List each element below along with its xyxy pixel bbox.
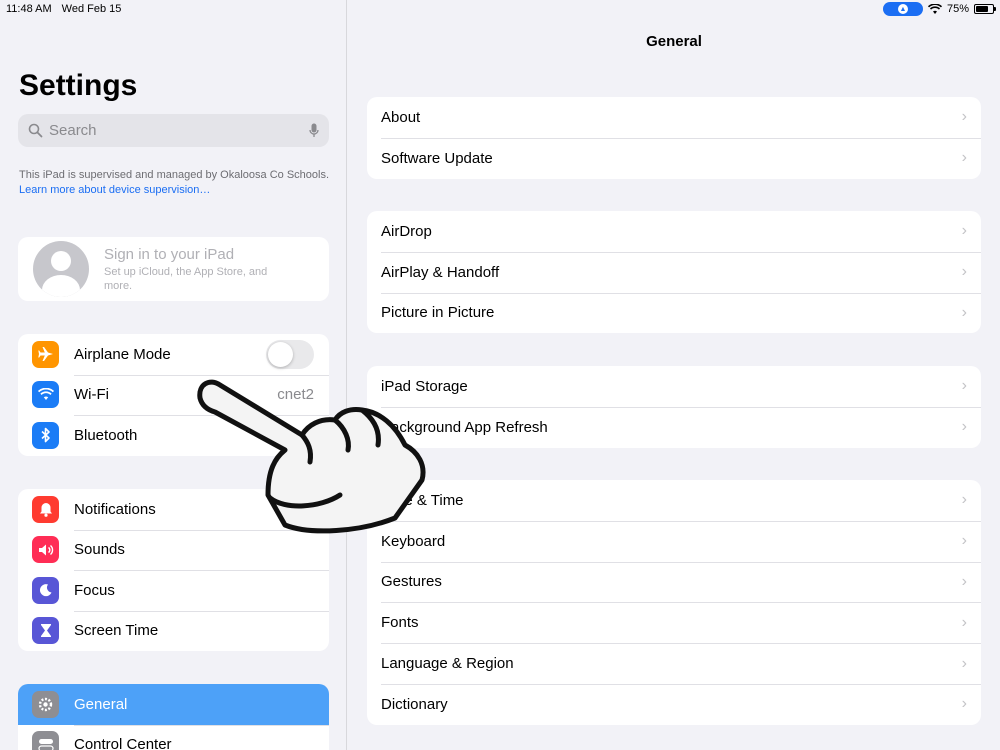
chevron-right-icon: › (961, 418, 967, 436)
supervision-link[interactable]: Learn more about device supervision… (19, 184, 210, 196)
search-icon (28, 123, 43, 138)
battery-percent: 75% (946, 3, 969, 15)
sidebar-item-focus[interactable]: Focus (18, 570, 329, 611)
row-airplay-handoff[interactable]: AirPlay & Handoff › (367, 251, 981, 293)
gear-icon (32, 690, 59, 718)
sidebar-item-airplane-mode[interactable]: Airplane Mode (18, 334, 329, 375)
sidebar-item-label: Screen Time (74, 622, 159, 640)
settings-group-storage: iPad Storage › Background App Refresh › (367, 366, 981, 448)
row-label: Software Update (381, 149, 493, 167)
chevron-right-icon: › (961, 572, 967, 590)
row-dictionary[interactable]: Dictionary › (367, 683, 981, 725)
row-label: Keyboard (381, 532, 446, 550)
row-picture-in-picture[interactable]: Picture in Picture › (367, 292, 981, 334)
row-label: Date & Time (381, 491, 464, 509)
row-ipad-storage[interactable]: iPad Storage › (367, 366, 981, 407)
bluetooth-icon (32, 421, 59, 449)
chevron-right-icon: › (961, 613, 967, 631)
settings-group-datetime: Date & Time › Keyboard › Gestures › Fonts › … (367, 480, 981, 725)
sidebar-item-label: Airplane Mode (74, 345, 171, 363)
row-label: iPad Storage (381, 377, 468, 395)
settings-group-airdrop: AirDrop › AirPlay & Handoff › Picture in P… (367, 211, 981, 334)
row-background-app-refresh[interactable]: Background App Refresh › (367, 406, 981, 448)
row-label: About (381, 108, 421, 126)
wifi-status-icon (927, 3, 942, 14)
speaker-icon (32, 536, 59, 564)
sign-in-title: Sign in to your iPad (104, 245, 235, 263)
search-field[interactable]: Search (18, 114, 329, 147)
row-language-region[interactable]: Language & Region › (367, 643, 981, 684)
sidebar-item-screen-time[interactable]: Screen Time (18, 610, 329, 652)
wifi-icon (32, 381, 59, 409)
row-label: AirPlay & Handoff (381, 263, 500, 281)
row-airdrop[interactable]: AirDrop › (367, 211, 981, 252)
switches-icon (32, 731, 59, 750)
sidebar-title: Settings (19, 69, 138, 102)
chevron-right-icon: › (961, 654, 967, 672)
supervision-text: This iPad is supervised and managed by O… (19, 169, 330, 181)
row-fonts[interactable]: Fonts › (367, 602, 981, 643)
chevron-right-icon: › (961, 222, 967, 240)
supervision-notice: This iPad is supervised and managed by O… (19, 168, 329, 198)
sign-in-subtitle: Set up iCloud, the App Store, and more. (104, 265, 268, 292)
moon-icon (32, 576, 59, 604)
pointing-hand-icon (197, 379, 426, 534)
page-title: General (646, 33, 702, 50)
row-label: AirDrop (381, 222, 432, 240)
row-about[interactable]: About › (367, 97, 981, 138)
sidebar-item-label: General (74, 695, 128, 713)
general-group: General Control Center (18, 684, 329, 750)
battery-icon (974, 4, 996, 14)
status-bar-right: ▲ 75% (882, 2, 996, 16)
sidebar-item-label: Focus (74, 581, 115, 599)
settings-group-about: About › Software Update › (367, 97, 981, 179)
row-label: Gestures (381, 573, 442, 591)
airplane-mode-toggle[interactable] (266, 339, 314, 369)
sidebar-item-label: Sounds (74, 541, 125, 559)
chevron-right-icon: › (961, 695, 967, 713)
row-label: Fonts (381, 614, 419, 632)
chevron-right-icon: › (961, 532, 967, 550)
row-keyboard[interactable]: Keyboard › (367, 520, 981, 562)
row-label: Background App Refresh (381, 418, 548, 436)
airplane-icon (32, 340, 59, 368)
managed-device-pill: ▲ (882, 2, 923, 16)
row-gestures[interactable]: Gestures › (367, 561, 981, 603)
chevron-right-icon: › (961, 377, 967, 395)
row-date-time[interactable]: Date & Time › (367, 480, 981, 521)
row-label: Dictionary (381, 695, 448, 713)
chevron-right-icon: › (961, 263, 967, 281)
search-placeholder: Search (49, 122, 97, 139)
chevron-right-icon: › (961, 108, 967, 126)
chevron-right-icon: › (961, 149, 967, 167)
bell-icon (32, 495, 59, 523)
sidebar-item-general[interactable]: General (18, 684, 329, 725)
row-software-update[interactable]: Software Update › (367, 137, 981, 179)
avatar (33, 241, 89, 297)
row-label: Language & Region (381, 655, 514, 673)
chevron-right-icon: › (961, 303, 967, 321)
hourglass-icon (32, 617, 59, 645)
sidebar-item-label: Control Center (74, 736, 172, 750)
microphone-icon[interactable] (309, 123, 319, 139)
sidebar-item-control-center[interactable]: Control Center (18, 724, 329, 750)
row-label: Picture in Picture (381, 304, 495, 322)
chevron-right-icon: › (961, 491, 967, 509)
sign-in-card[interactable]: Sign in to your iPad Set up iCloud, the … (18, 237, 329, 301)
managed-icon: ▲ (897, 4, 908, 14)
